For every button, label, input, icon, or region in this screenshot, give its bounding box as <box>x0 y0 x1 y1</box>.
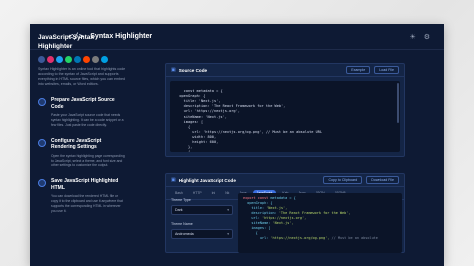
source-code-text: const metadata = { openGraph: { title: '… <box>179 89 323 152</box>
code-token: siteName: <box>243 221 273 225</box>
step-icon <box>38 138 46 147</box>
code-token: url: <box>243 216 262 220</box>
source-code-panel: ▣ Source Code Example Load File const me… <box>165 63 405 157</box>
highlight-title: Highlight JavaScript Code <box>178 177 236 183</box>
tab-nk[interactable]: Nk <box>221 190 233 196</box>
step-title: Prepare JavaScript Source Code <box>51 97 115 110</box>
theme-name-label: Theme Name <box>171 222 193 226</box>
code-icon: ▣ <box>171 67 176 73</box>
download-file-button[interactable]: Download File <box>366 176 399 184</box>
how-to-step: Prepare JavaScript Source Code Paste your… <box>38 97 126 127</box>
tab-ini[interactable]: Ini <box>208 190 220 196</box>
theme-name-value: Andromeda <box>175 232 194 236</box>
step-title: Configure JavaScript Rendering Settings <box>51 137 102 151</box>
sidebar-intro: Syntax Highlighter is an online tool tha… <box>38 67 126 87</box>
how-to-step: Save JavaScript Highlighted HTML You can … <box>38 178 126 213</box>
editor-scrollbar[interactable] <box>397 83 399 123</box>
code-token: 'https://nextjs.org', <box>261 216 307 220</box>
step-icon <box>38 179 46 188</box>
share-button-5[interactable] <box>83 56 90 63</box>
step-title: Save JavaScript Highlighted HTML <box>51 178 119 191</box>
tab-http[interactable]: HTTP <box>189 190 206 196</box>
sidebar: JavaScript Syntax Highlighter Syntax Hig… <box>38 34 126 213</box>
theme-name-select[interactable]: Andromeda ▾ <box>171 229 233 239</box>
code-token: { <box>243 231 258 235</box>
share-button-1[interactable] <box>47 56 54 63</box>
share-button-2[interactable] <box>56 56 63 63</box>
step-description: Paste your JavaScript source code that n… <box>51 113 124 127</box>
code-token: description: <box>243 211 279 215</box>
preview-line: url: 'https://nextjs.org/og.png', // Mus… <box>243 236 397 241</box>
how-to-step: Configure JavaScript Rendering Settings O… <box>38 138 126 168</box>
tab-bash[interactable]: Bash <box>171 190 187 196</box>
share-button-6[interactable] <box>92 56 99 63</box>
theme-type-select[interactable]: Dark ▾ <box>171 205 233 215</box>
load-file-button[interactable]: Load File <box>374 66 399 74</box>
chevron-down-icon: ▾ <box>227 232 229 236</box>
chevron-down-icon: ▾ <box>227 208 229 212</box>
code-token: images: [ <box>243 226 271 230</box>
code-token: 'The React Framework for the Web', <box>278 211 351 215</box>
share-button-3[interactable] <box>65 56 72 63</box>
step-description: Open the syntax highlighting page corres… <box>51 153 125 168</box>
highlight-panel: ▣ Highlight JavaScript Code Copy to Clip… <box>165 173 405 253</box>
code-token: openGraph: { <box>243 201 273 205</box>
code-token: metadata = { <box>268 196 296 200</box>
code-token: export const <box>243 196 269 200</box>
step-description: You can download the rendered HTML file … <box>51 194 123 213</box>
sidebar-heading: JavaScript Syntax Highlighter <box>38 34 95 50</box>
code-token: // Must be an absolute <box>329 236 378 240</box>
source-code-editor[interactable]: const metadata = { openGraph: { title: '… <box>170 81 400 152</box>
highlight-icon: ▣ <box>171 177 176 183</box>
code-token: url: <box>243 236 271 240</box>
code-token: 'Next.js', <box>266 206 288 210</box>
render-options: Theme Type Dark ▾ Theme Name Andromeda ▾ <box>171 198 233 246</box>
theme-type-value: Dark <box>175 208 183 212</box>
code-token: title: <box>243 206 267 210</box>
highlighted-preview: export const metadata = { openGraph: { t… <box>238 193 402 253</box>
copy-to-clipboard-button[interactable]: Copy to Clipboard <box>323 176 363 184</box>
example-button[interactable]: Example <box>346 66 371 74</box>
share-button-7[interactable] <box>101 56 108 63</box>
step-icon <box>38 98 46 107</box>
settings-icon[interactable]: ⚙ <box>424 33 430 41</box>
share-button-4[interactable] <box>74 56 81 63</box>
share-buttons <box>38 56 126 63</box>
code-token: 'https://nextjs.org/og.png', <box>270 236 330 240</box>
code-token: 'Next.js', <box>272 221 294 225</box>
share-button-0[interactable] <box>38 56 45 63</box>
theme-type-label: Theme Type <box>171 198 191 202</box>
source-code-title: Source Code <box>178 67 208 73</box>
theme-toggle-icon[interactable]: ☀ <box>409 33 415 41</box>
